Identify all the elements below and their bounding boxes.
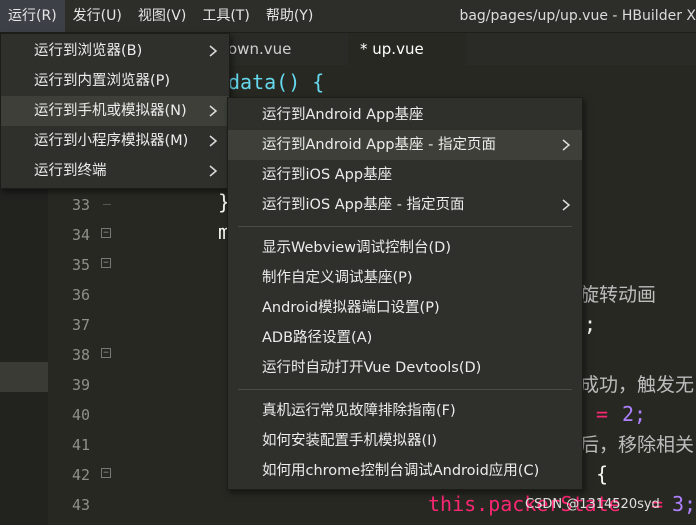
code-brace: { [596,462,609,486]
menu-help[interactable]: 帮助(Y) [258,0,321,32]
chevron-right-icon [209,165,218,177]
tab-own-vue[interactable]: own.vue [228,33,348,65]
line-number: 33 [48,190,118,220]
chevron-right-icon [562,199,571,211]
code-number: 2; [622,402,647,426]
submenu-item-custom-base[interactable]: 制作自定义调试基座(P) [228,263,582,293]
fold-icon: − [101,258,111,268]
window-title: bag/pages/up/up.vue - HBuilder X [459,8,696,24]
code-comment: 旋转动画 [580,284,657,306]
line-number: 42− [48,460,118,490]
menu-publish[interactable]: 发行(U) [65,0,130,32]
menu-item-run-miniprogram[interactable]: 运行到小程序模拟器(M) [1,126,229,156]
code-data-function: data() { [228,70,325,94]
line-number: 37 [72,316,91,334]
line-number: 41 [72,436,91,454]
submenu-item-ios-base[interactable]: 运行到iOS App基座 [228,160,582,190]
fold-icon: − [101,468,111,478]
chevron-right-icon [209,105,218,117]
run-menu-dropdown: 运行到浏览器(B) 运行到内置浏览器(P) 运行到手机或模拟器(N) 运行到小程… [0,33,230,189]
watermark: CSDN @1314520syd [525,497,660,512]
menu-tools[interactable]: 工具(T) [194,0,257,32]
line-number: 43 [72,496,91,514]
line-number: 36 [72,286,91,304]
line-number: 34− [48,220,118,250]
device-submenu: 运行到Android App基座 运行到Android App基座 - 指定页面… [227,97,583,490]
fold-icon: − [101,228,111,238]
menu-item-run-device[interactable]: 运行到手机或模拟器(N) [1,96,229,126]
code-semicolon: ; [584,312,597,336]
line-number: 35− [48,250,118,280]
menu-view[interactable]: 视图(V) [130,0,195,32]
chevron-right-icon [562,139,571,151]
code-number: 3; [672,492,696,516]
menu-separator [238,389,572,390]
code-comment: 成功，触发无 [580,374,695,396]
submenu-item-ios-base-page[interactable]: 运行到iOS App基座 - 指定页面 [228,190,582,220]
menu-item-run-terminal[interactable]: 运行到终端 [1,156,229,186]
menu-separator [238,226,572,227]
tab-up-vue[interactable]: * up.vue [348,33,466,65]
fold-icon: − [101,348,111,358]
submenu-item-android-base[interactable]: 运行到Android App基座 [228,100,582,130]
submenu-item-chrome-debug[interactable]: 如何用chrome控制台调试Android应用(C) [228,456,582,486]
code-operator: = [596,402,609,426]
tab-label: own.vue [228,40,292,58]
submenu-item-troubleshoot-guide[interactable]: 真机运行常见故障排除指南(F) [228,396,582,426]
chevron-right-icon [209,45,218,57]
current-line-highlight [0,362,48,392]
submenu-item-install-emulator[interactable]: 如何安装配置手机模拟器(I) [228,426,582,456]
submenu-item-webview-console[interactable]: 显示Webview调试控制台(D) [228,233,582,263]
submenu-item-android-base-page[interactable]: 运行到Android App基座 - 指定页面 [228,130,582,160]
submenu-item-emulator-port[interactable]: Android模拟器端口设置(P) [228,293,582,323]
line-number: 38− [48,340,118,370]
menu-item-run-internal-browser[interactable]: 运行到内置浏览器(P) [1,66,229,96]
line-number: 39 [72,376,91,394]
chevron-right-icon [209,135,218,147]
menu-item-run-browser[interactable]: 运行到浏览器(B) [1,36,229,66]
menu-bar: 运行(R) 发行(U) 视图(V) 工具(T) 帮助(Y) bag/pages/… [0,0,696,33]
line-number: 40 [72,406,91,424]
submenu-item-adb-path[interactable]: ADB路径设置(A) [228,323,582,353]
menu-run[interactable]: 运行(R) [0,0,65,32]
code-comment: 后，移除相关 [580,434,695,456]
submenu-item-vue-devtools[interactable]: 运行时自动打开Vue Devtools(D) [228,353,582,383]
tab-label: * up.vue [360,40,424,58]
